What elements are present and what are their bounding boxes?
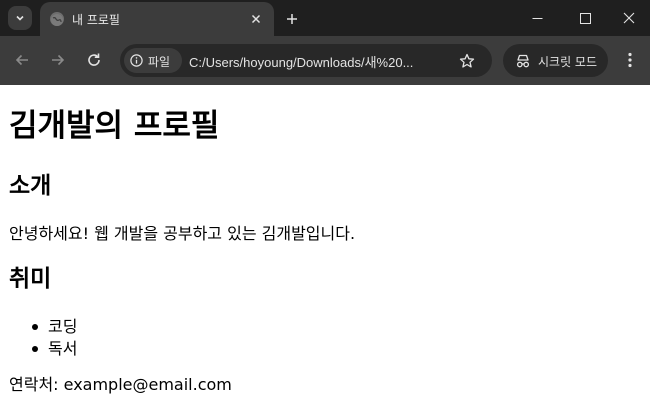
window-close-button[interactable]: [606, 0, 650, 36]
reload-icon: [88, 53, 100, 66]
chevron-down-icon: [16, 15, 24, 21]
globe-icon: [50, 12, 64, 26]
forward-button[interactable]: [47, 49, 69, 71]
tab-close-button[interactable]: [248, 11, 264, 27]
tab-search-button[interactable]: [8, 6, 32, 30]
tab-title: 내 프로필: [72, 13, 120, 27]
page-content: 김개발의 프로필 소개 안녕하세요! 웹 개발을 공부하고 있는 김개발입니다.…: [0, 85, 650, 418]
contact-info: 연락처: example@email.com: [9, 375, 232, 394]
close-icon: [623, 12, 635, 24]
incognito-label: 시크릿 모드: [538, 55, 598, 69]
minimize-icon: [532, 17, 542, 19]
arrow-left-icon: [15, 54, 28, 66]
incognito-indicator[interactable]: 시크릿 모드: [503, 44, 608, 77]
hobbies-list: 코딩 독서: [31, 316, 78, 360]
site-info-chip[interactable]: 파일: [124, 48, 182, 73]
new-tab-button[interactable]: [282, 9, 302, 29]
kebab-menu-icon: [628, 52, 632, 68]
arrow-right-icon: [52, 54, 65, 66]
browser-toolbar: 파일 C:/Users/hoyoung/Downloads/새%20... 시크…: [0, 36, 650, 85]
back-button[interactable]: [11, 49, 33, 71]
minimize-button[interactable]: [514, 0, 560, 36]
incognito-icon: [516, 54, 530, 68]
intro-heading: 소개: [9, 173, 52, 199]
active-tab[interactable]: 내 프로필: [40, 2, 274, 36]
list-item: 코딩: [31, 317, 78, 336]
browser-menu-button[interactable]: [620, 49, 640, 71]
star-icon: [459, 53, 475, 68]
plus-icon: [287, 14, 297, 24]
maximize-button[interactable]: [562, 0, 608, 36]
list-item: 독서: [31, 339, 78, 358]
info-icon: [130, 54, 143, 67]
close-icon: [251, 14, 261, 24]
hobbies-heading: 취미: [9, 266, 52, 292]
tab-strip: 내 프로필: [0, 0, 650, 36]
address-bar[interactable]: 파일 C:/Users/hoyoung/Downloads/새%20...: [120, 44, 492, 77]
bookmark-button[interactable]: [458, 52, 476, 70]
page-title: 김개발의 프로필: [9, 108, 220, 144]
url-text[interactable]: C:/Users/hoyoung/Downloads/새%20...: [189, 52, 439, 70]
intro-text: 안녕하세요! 웹 개발을 공부하고 있는 김개발입니다.: [9, 224, 356, 243]
reload-button[interactable]: [83, 49, 105, 71]
site-info-label: 파일: [148, 55, 171, 69]
maximize-icon: [579, 12, 591, 24]
